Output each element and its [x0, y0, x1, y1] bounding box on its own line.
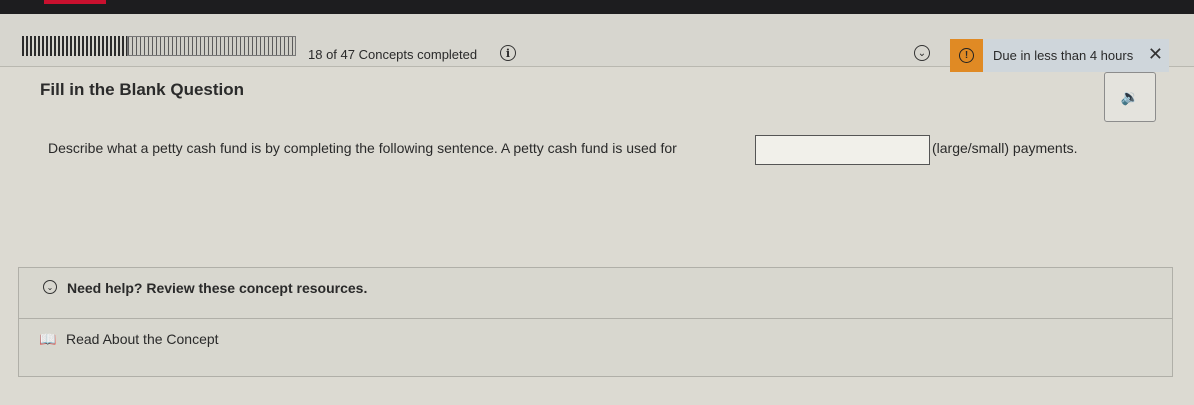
due-text: Due in less than 4 hours: [993, 48, 1134, 63]
fill-in-blank-input[interactable]: [755, 135, 930, 165]
active-tab-indicator: [44, 0, 106, 4]
info-icon[interactable]: i: [500, 45, 516, 61]
question-text-after: (large/small) payments.: [932, 140, 1078, 156]
chevron-down-circle-icon: ⌄: [43, 280, 57, 294]
due-alert[interactable]: !: [950, 39, 983, 72]
question-type-title: Fill in the Blank Question: [40, 80, 245, 99]
progress-text: 18 of 47 Concepts completed: [308, 47, 478, 62]
book-icon: 📖: [39, 331, 57, 347]
due-banner: Due in less than 4 hours ✕: [983, 39, 1169, 72]
close-icon[interactable]: ✕: [1148, 44, 1163, 65]
speaker-icon: 🔉: [1120, 89, 1140, 106]
browser-top-bar: [0, 0, 1194, 14]
question-text: Describe what a petty cash fund is by co…: [48, 140, 677, 156]
concept-progress-bar: [22, 36, 296, 56]
alert-icon: !: [959, 48, 974, 63]
progress-remaining: [126, 36, 296, 56]
concept-resources-panel: ⌄ Need help? Review these concept resour…: [18, 267, 1173, 377]
read-concept-link[interactable]: 📖 Read About the Concept: [19, 319, 1172, 377]
help-title: Need help? Review these concept resource…: [67, 280, 368, 296]
help-toggle[interactable]: ⌄ Need help? Review these concept resour…: [19, 268, 1172, 319]
read-concept-label: Read About the Concept: [66, 331, 219, 347]
chevron-down-circle-icon[interactable]: ⌄: [914, 45, 930, 61]
read-aloud-button[interactable]: 🔉: [1104, 72, 1156, 122]
assignment-header: 18 of 47 Concepts completed i ⌄ ! Due in…: [0, 14, 1194, 72]
